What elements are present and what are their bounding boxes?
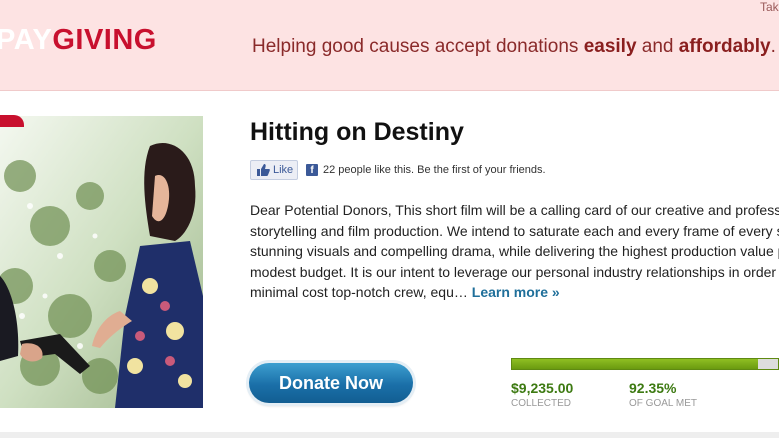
description-line: Dear Potential Donors, This short film w… [250,202,779,218]
like-count-text: 22 people like this. Be the first of you… [323,164,546,176]
learn-more-link[interactable]: Learn more » [472,284,560,300]
description-line: storytelling and film production. We int… [250,222,779,239]
tagline-emphasis-affordably: affordably [678,36,771,57]
collected-stat: $9,235.00 COLLECTED [511,380,573,409]
facebook-like-button[interactable]: Like [250,160,298,180]
paygiving-logo[interactable]: PAYGIVING [0,24,157,57]
description-line: stunning visuals and compelling drama, w… [250,243,779,259]
logo-giving-text: GIVING [52,24,157,56]
collected-amount: $9,235.00 [511,380,574,396]
goal-percent: 92.35% [629,380,677,396]
goal-caption: OF GOAL MET [629,398,697,409]
goal-progress-bar [511,358,779,370]
like-button-label: Like [273,164,294,176]
site-header: PAYGIVING Helping good causes accept don… [0,0,779,91]
campaign-photo-image [0,116,203,408]
tagline-emphasis-easily: easily [583,36,637,57]
tagline-part: . [770,36,776,57]
campaign-photo[interactable] [0,116,203,408]
description-line: modest budget. It is our intent to lever… [250,263,779,280]
logo-pay-text: PAY [0,24,53,56]
tagline-part: Helping good causes accept donations [252,36,584,57]
campaign-title[interactable]: Hitting on Destiny [250,118,464,147]
tagline: Helping good causes accept donations eas… [252,36,776,58]
top-nav-link[interactable]: Take [760,0,779,14]
facebook-icon: f [306,164,318,176]
campaign-description: Dear Potential Donors, This short film w… [250,200,779,300]
description-line-text: minimal cost top-notch crew, equ… [250,284,472,300]
donate-now-button[interactable]: Donate Now [249,363,413,403]
tagline-part: and [636,36,679,57]
collected-caption: COLLECTED [511,398,572,409]
goal-stat: 92.35% OF GOAL MET [629,380,697,409]
description-line-last: minimal cost top-notch crew, equ… Learn … [250,282,779,300]
photo-ribbon [0,115,24,127]
thumbs-up-icon [256,164,270,179]
goal-progress-fill [512,359,758,369]
bottom-divider [0,432,779,438]
